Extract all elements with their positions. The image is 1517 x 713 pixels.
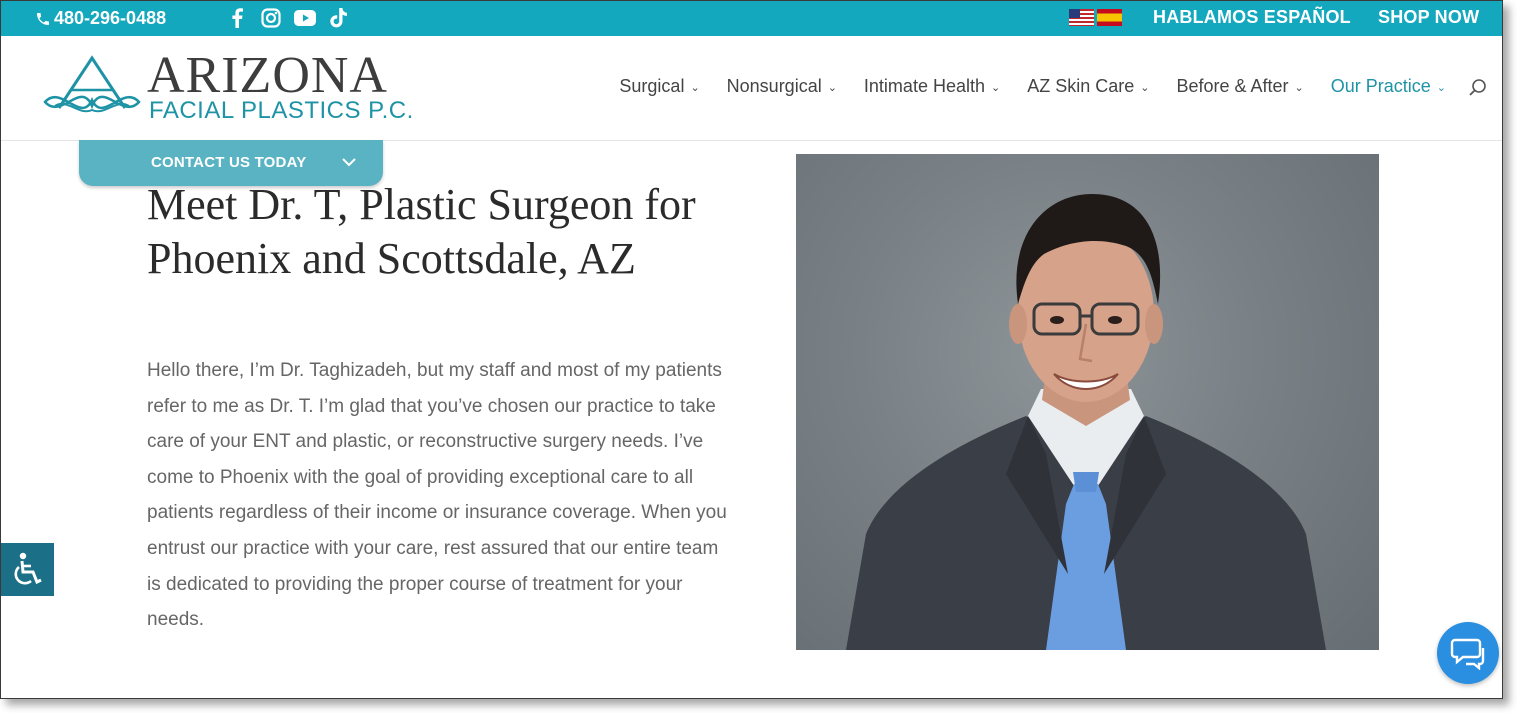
nav-label: Nonsurgical <box>726 76 822 96</box>
chevron-down-icon: ⌄ <box>990 81 1001 94</box>
logo-mark-icon[interactable] <box>41 54 143 129</box>
chevron-down-icon: ⌄ <box>827 81 837 94</box>
nav-label: Our Practice <box>1330 76 1431 96</box>
nav-item-our-practice[interactable]: Our Practice ⌄ <box>1331 76 1446 97</box>
chat-button[interactable] <box>1437 622 1499 684</box>
social-links <box>226 7 350 29</box>
doctor-portrait-image <box>796 154 1379 650</box>
phone-link[interactable]: 480-296-0488 <box>35 8 166 29</box>
nav-label: AZ Skin Care <box>1027 76 1135 96</box>
chevron-down-icon: ⌄ <box>690 81 700 94</box>
language-flags <box>1069 9 1122 26</box>
chat-icon <box>1450 638 1485 670</box>
logo-subtitle[interactable]: FACIAL PLASTICS P.C. <box>149 98 414 124</box>
shop-now-link[interactable]: SHOP NOW <box>1378 7 1479 28</box>
nav-item-az-skin-care[interactable]: AZ Skin Care ⌄ <box>1027 76 1149 97</box>
youtube-icon[interactable] <box>294 7 316 29</box>
nav-item-intimate-health[interactable]: Intimate Health ⌄ <box>864 76 1000 97</box>
top-bar: 480-296-0488 HABLAMOS ESPAÑOL SHOP NOW <box>1 1 1502 36</box>
phone-icon <box>37 12 49 25</box>
wheelchair-icon <box>14 552 42 584</box>
phone-number: 480-296-0488 <box>54 8 167 28</box>
chevron-down-icon: ⌄ <box>1140 81 1150 94</box>
intro-paragraph: Hello there, I’m Dr. Taghizadeh, but my … <box>147 360 727 631</box>
browser-viewport: 480-296-0488 HABLAMOS ESPAÑOL SHOP NOW A… <box>0 0 1503 699</box>
page-title: Meet Dr. T, Plastic Surgeon for Phoenix … <box>147 180 696 283</box>
facebook-icon[interactable] <box>226 7 248 29</box>
search-icon[interactable] <box>1468 78 1488 103</box>
nav-item-nonsurgical[interactable]: Nonsurgical ⌄ <box>727 76 837 97</box>
site-header: ARIZONA FACIAL PLASTICS P.C. Surgical ⌄ N… <box>1 36 1502 141</box>
spain-flag-icon[interactable] <box>1097 9 1122 26</box>
instagram-icon[interactable] <box>260 7 282 29</box>
chevron-down-icon: ⌄ <box>1436 81 1446 94</box>
nav-item-surgical[interactable]: Surgical ⌄ <box>619 76 699 97</box>
us-flag-icon[interactable] <box>1069 9 1094 26</box>
chevron-down-icon <box>341 154 357 175</box>
nav-label: Before & After <box>1176 76 1289 96</box>
nav-label: Intimate Health <box>863 76 985 96</box>
spanish-link[interactable]: HABLAMOS ESPAÑOL <box>1153 7 1351 28</box>
logo-title[interactable]: ARIZONA <box>147 50 388 102</box>
contact-us-label: CONTACT US TODAY <box>151 154 307 171</box>
nav-label: Surgical <box>619 76 685 96</box>
accessibility-button[interactable] <box>1 543 54 596</box>
nav-item-before-after[interactable]: Before & After ⌄ <box>1176 76 1303 97</box>
chevron-down-icon: ⌄ <box>1294 81 1304 94</box>
main-nav: Surgical ⌄ Nonsurgical ⌄ Intimate Health ⌄ … <box>619 76 1446 97</box>
tiktok-icon[interactable] <box>328 7 350 29</box>
